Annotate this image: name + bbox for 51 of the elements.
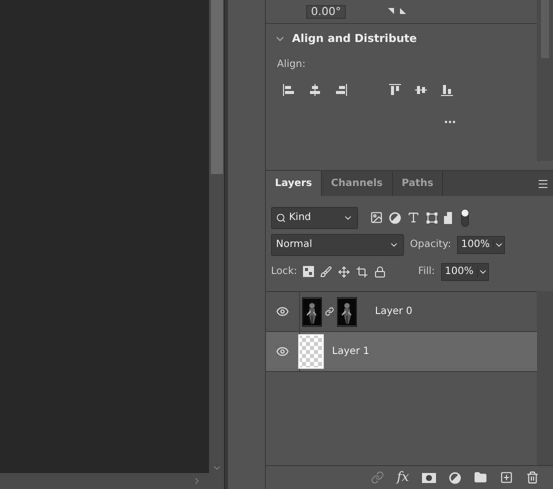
scrollbar[interactable] bbox=[537, 0, 553, 161]
panel-title: Align and Distribute bbox=[292, 32, 417, 45]
opacity-field[interactable]: 100% bbox=[457, 236, 505, 254]
layer-row[interactable]: Layer 1 bbox=[266, 332, 537, 372]
scrollbar[interactable] bbox=[0, 473, 224, 489]
align-left-icon[interactable] bbox=[282, 83, 296, 97]
align-bottom-icon[interactable] bbox=[440, 83, 454, 97]
shape-icon[interactable] bbox=[426, 212, 438, 224]
eye-icon[interactable] bbox=[276, 345, 289, 358]
trash-icon[interactable] bbox=[526, 471, 539, 484]
scrollbar[interactable] bbox=[537, 291, 553, 465]
blend-mode-dropdown[interactable]: Normal bbox=[271, 234, 404, 256]
menu-icon[interactable] bbox=[537, 178, 549, 190]
transparency-thumbnail bbox=[298, 334, 324, 369]
opacity-label: Opacity: bbox=[410, 239, 452, 250]
filter-toggle[interactable] bbox=[461, 208, 469, 226]
fill-label: Fill: bbox=[418, 266, 435, 277]
crop-icon[interactable] bbox=[356, 266, 368, 278]
image-icon[interactable] bbox=[370, 211, 383, 224]
search-icon bbox=[276, 212, 286, 222]
align-middle-icon[interactable] bbox=[414, 83, 428, 97]
adjustment-icon[interactable] bbox=[389, 212, 401, 224]
panel-tab[interactable]: Layers bbox=[266, 171, 322, 196]
lock-label: Lock: bbox=[271, 266, 298, 277]
fx-button[interactable]: fx bbox=[396, 470, 409, 485]
adjustment-icon[interactable] bbox=[449, 472, 461, 484]
align-center-icon[interactable] bbox=[308, 83, 322, 97]
eye-icon[interactable] bbox=[276, 305, 289, 318]
more-icon[interactable] bbox=[444, 120, 456, 124]
smart-object-icon[interactable] bbox=[444, 212, 455, 224]
lock-icon[interactable] bbox=[374, 266, 386, 278]
align-top-icon[interactable] bbox=[388, 83, 402, 97]
panel-tab[interactable]: Channels bbox=[322, 171, 393, 196]
brush-icon[interactable] bbox=[320, 266, 332, 278]
layer-name: Layer 1 bbox=[332, 346, 370, 357]
align-label: Align: bbox=[277, 59, 306, 70]
mask-icon[interactable] bbox=[422, 472, 436, 482]
angle-field[interactable]: 0.00° bbox=[306, 4, 346, 18]
type-icon[interactable] bbox=[407, 211, 420, 224]
folder-icon[interactable] bbox=[474, 471, 487, 484]
move-icon[interactable] bbox=[338, 266, 350, 278]
filter-dropdown[interactable]: Kind bbox=[271, 206, 358, 228]
new-layer-icon[interactable] bbox=[500, 471, 513, 484]
checkerboard-icon[interactable] bbox=[303, 266, 314, 277]
layer-row[interactable]: Layer 0 bbox=[266, 292, 537, 332]
link-icon[interactable] bbox=[325, 307, 334, 316]
scrollbar[interactable] bbox=[209, 0, 224, 473]
align-right-icon[interactable] bbox=[334, 83, 348, 97]
layer-name: Layer 0 bbox=[375, 306, 412, 317]
panel-tab[interactable]: Paths bbox=[392, 171, 444, 196]
fill-field[interactable]: 100% bbox=[440, 262, 488, 280]
